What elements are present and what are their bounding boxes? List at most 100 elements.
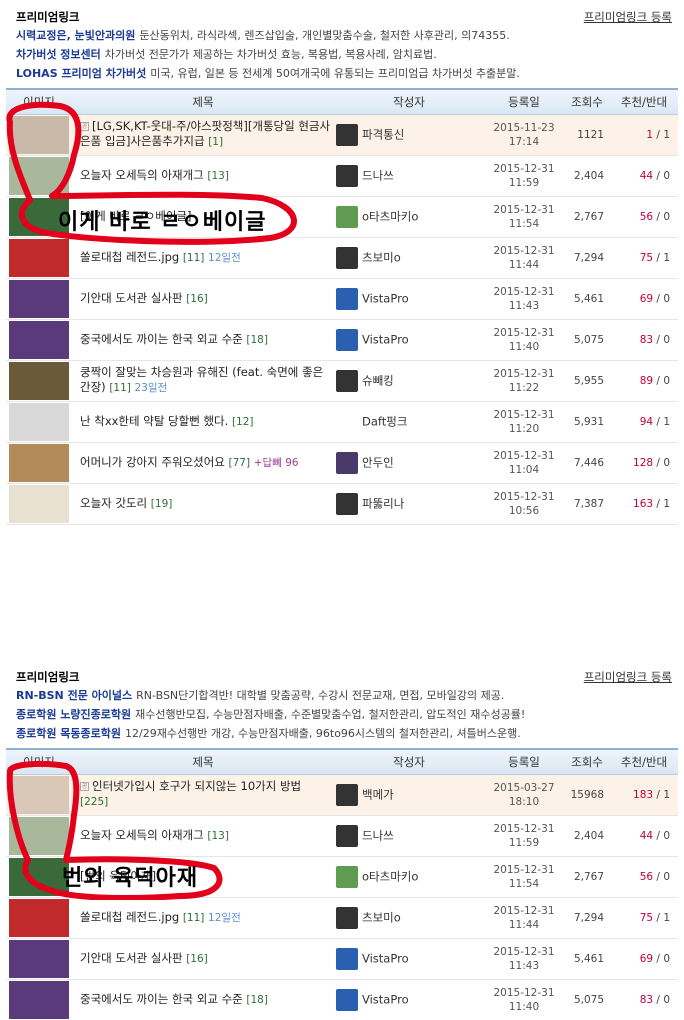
post-title-link[interactable]: 난 착xx한테 약탈 당할뻔 했다.	[80, 414, 228, 428]
recommend-count: 69	[639, 952, 654, 965]
post-thumbnail[interactable]	[9, 279, 69, 318]
author-name[interactable]: 츠보미o	[362, 910, 401, 924]
post-title-link[interactable]: 쏠로대첩 레전드.jpg	[80, 910, 179, 924]
post-title-link[interactable]: 인터넷가입시 호구가 되지않는 10가지 방법	[92, 779, 301, 793]
post-thumbnail[interactable]	[9, 939, 69, 978]
author-name[interactable]: o타츠마키o	[362, 209, 418, 223]
table-row[interactable]: 쿵짝이 잘맞는 차승원과 유해진 (feat. 숙면에 좋은 간장) [11] …	[6, 360, 678, 402]
table-row[interactable]: 중국에서도 까이는 한국 외교 수준 [18] VistaPro 2015-12-…	[6, 979, 678, 1020]
table-row[interactable]: 오늘자 갓도리 [19] 파뚫리나 2015-12-31 10:56 7,387 163…	[6, 483, 678, 525]
post-thumbnail[interactable]	[9, 443, 69, 482]
table-row[interactable]: 오늘자 오세득의 아재개그 [13] 드나쓰 2015-12-31 11:59 2,4…	[6, 155, 678, 197]
user-avatar-icon	[336, 328, 358, 351]
table-row[interactable]: 공 인터넷가입시 호구가 되지않는 10가지 방법 [225] 백메가 2015-0…	[6, 774, 678, 816]
post-thumbnail[interactable]	[9, 775, 69, 814]
col-hits: 조회수	[564, 748, 610, 775]
author-name[interactable]: VistaPro	[362, 992, 409, 1006]
premium-links-register-link[interactable]: 프리미엄링크 등록	[584, 9, 672, 25]
post-thumbnail[interactable]	[9, 238, 69, 277]
post-title-link[interactable]: 중국에서도 까이는 한국 외교 수준	[80, 992, 243, 1006]
table-row[interactable]: 오늘자 오세득의 아재개그 [13] 드나쓰 2015-12-31 11:59 2,4…	[6, 815, 678, 857]
author-name[interactable]: o타츠마키o	[362, 869, 418, 883]
ad-line: LOHAS 프리미엄 차가버섯 미국, 유럽, 일본 등 전세계 50여개국에 유…	[16, 64, 672, 83]
author-name[interactable]: VistaPro	[362, 291, 409, 305]
col-image: 이미지	[6, 748, 72, 775]
post-thumbnail[interactable]	[9, 484, 69, 523]
premium-links-register-link[interactable]: 프리미엄링크 등록	[584, 669, 672, 685]
time-ago: 12일전	[208, 911, 241, 924]
post-time: 11:44	[508, 258, 540, 271]
post-time: 11:54	[508, 877, 540, 890]
author-name[interactable]: VistaPro	[362, 332, 409, 346]
author-name[interactable]: 드나쓰	[362, 828, 394, 842]
post-thumbnail[interactable]	[9, 156, 69, 195]
post-title-link[interactable]: 중국에서도 까이는 한국 외교 수준	[80, 332, 243, 346]
author-name[interactable]: Daft펑크	[362, 414, 407, 428]
post-thumbnail[interactable]	[9, 857, 69, 896]
user-avatar-icon	[336, 988, 358, 1011]
ad-link[interactable]: LOHAS 프리미엄 차가버섯	[16, 67, 146, 80]
oppose-count: 1	[663, 251, 670, 264]
author-name[interactable]: VistaPro	[362, 951, 409, 965]
comment-count: [16]	[186, 292, 208, 305]
post-title-link[interactable]: [LG,SK,KT-웃대-주/야스팟정책][개통당일 현금사은품 입금]사은품추…	[80, 119, 330, 148]
recommend-count: 75	[639, 911, 654, 924]
ad-link[interactable]: 종로학원 노량진종로학원	[16, 708, 131, 721]
oppose-count: 0	[663, 333, 670, 346]
post-title-link[interactable]: 오늘자 오세득의 아재개그	[80, 168, 204, 182]
post-date: 2015-12-31	[493, 162, 555, 175]
recommend-count: 94	[639, 415, 654, 428]
table-row[interactable]: 난 착xx한테 약탈 당할뻔 했다. [12] Daft펑크 2015-12-31…	[6, 401, 678, 443]
author-name[interactable]: 파격통신	[362, 127, 404, 141]
post-title-link[interactable]: 어머니가 강아지 주워오셨어요	[80, 455, 225, 469]
post-thumbnail[interactable]	[9, 402, 69, 441]
post-thumbnail[interactable]	[9, 898, 69, 937]
post-date: 2015-12-31	[493, 203, 555, 216]
ad-line: RN-BSN 전문 아이널스 RN-BSN단기합격반! 대학별 맞춤공략, 수강시…	[16, 686, 672, 705]
post-title-link[interactable]: 기안대 도서관 실사판	[80, 951, 183, 965]
view-count: 5,461	[564, 278, 610, 320]
ad-link[interactable]: RN-BSN 전문 아이널스	[16, 689, 132, 702]
ad-line: 차가버섯 정보센터 차가버섯 전문가가 제공하는 차가버섯 효능, 복용법, 복용…	[16, 45, 672, 64]
author-name[interactable]: 안두인	[362, 455, 394, 469]
author-name[interactable]: 파뚫리나	[362, 496, 404, 510]
post-time: 11:43	[508, 299, 540, 312]
ad-link[interactable]: 종로학원 목동종로학원	[16, 727, 121, 740]
ad-link[interactable]: 시력교정은, 눈빛안과의원	[16, 29, 135, 42]
post-title-link[interactable]: 오늘자 오세득의 아재개그	[80, 828, 204, 842]
post-date: 2015-12-31	[493, 986, 555, 999]
author-name[interactable]: 츠보미o	[362, 250, 401, 264]
post-thumbnail[interactable]	[9, 361, 69, 400]
view-count: 5,955	[564, 360, 610, 402]
recommend-count: 44	[639, 169, 654, 182]
post-thumbnail[interactable]	[9, 320, 69, 359]
table-row[interactable]: 쏠로대첩 레전드.jpg [11] 12일전 츠보미o 2015-12-31 11:…	[6, 897, 678, 939]
time-ago: 12일전	[208, 251, 241, 264]
oppose-count: 0	[663, 993, 670, 1006]
table-row[interactable]: 공 [LG,SK,KT-웃대-주/야스팟정책][개통당일 현금사은품 입금]사은품…	[6, 114, 678, 156]
table-row[interactable]: 쏠로대첩 레전드.jpg [11] 12일전 츠보미o 2015-12-31 11:…	[6, 237, 678, 279]
user-avatar-icon	[336, 906, 358, 929]
comment-count: [18]	[246, 333, 268, 346]
view-count: 7,387	[564, 483, 610, 525]
post-title-link[interactable]: 기안대 도서관 실사판	[80, 291, 183, 305]
author-name[interactable]: 슈빼킹	[362, 373, 394, 387]
table-row[interactable]: 기안대 도서관 실사판 [16] VistaPro 2015-12-31 11:43…	[6, 278, 678, 320]
comment-count: [16]	[186, 952, 208, 965]
author-name[interactable]: 드나쓰	[362, 168, 394, 182]
ad-link[interactable]: 차가버섯 정보센터	[16, 48, 101, 61]
table-row[interactable]: 중국에서도 까이는 한국 외교 수준 [18] VistaPro 2015-12-…	[6, 319, 678, 361]
post-title-link[interactable]: 오늘자 갓도리	[80, 496, 147, 510]
post-thumbnail[interactable]	[9, 115, 69, 154]
col-votes: 추천/반대	[610, 748, 678, 775]
ad-desc: 차가버섯 전문가가 제공하는 차가버섯 효능, 복용법, 복용사례, 암치료법.	[104, 48, 437, 61]
post-date: 2015-12-31	[493, 367, 555, 380]
table-row[interactable]: 어머니가 강아지 주워오셨어요 [77] +답뼤 96 안두인 2015-12-31…	[6, 442, 678, 484]
post-thumbnail[interactable]	[9, 816, 69, 855]
table-row[interactable]: 기안대 도서관 실사판 [16] VistaPro 2015-12-31 11:43…	[6, 938, 678, 980]
view-count: 5,075	[564, 319, 610, 361]
author-name[interactable]: 백메가	[362, 787, 394, 801]
post-title-link[interactable]: 쏠로대첩 레전드.jpg	[80, 250, 179, 264]
post-thumbnail[interactable]	[9, 980, 69, 1019]
user-avatar-icon	[336, 947, 358, 970]
